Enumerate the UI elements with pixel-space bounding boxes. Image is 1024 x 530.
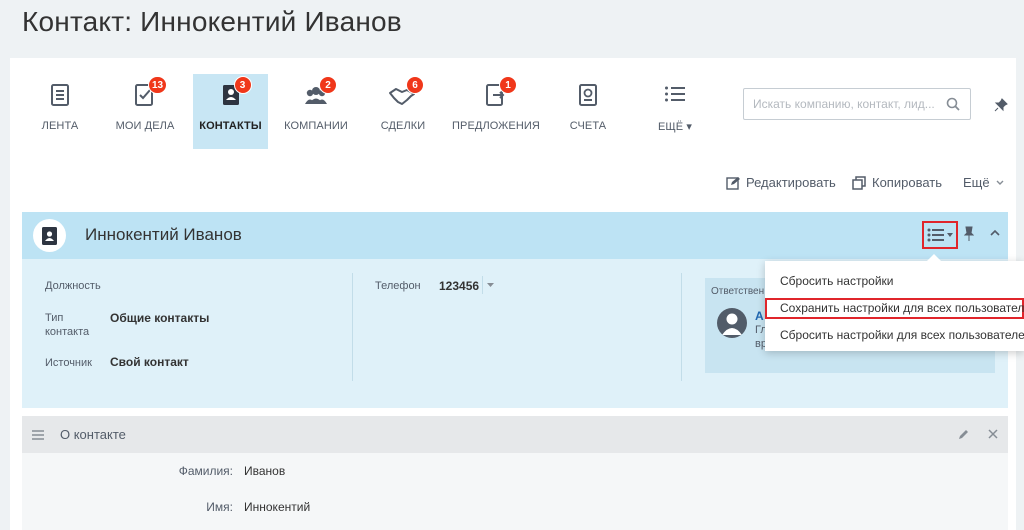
responsible-avatar[interactable]	[717, 308, 747, 338]
settings-popup-menu: Сбросить настройки Сохранить настройки д…	[765, 254, 1024, 351]
responsible-name[interactable]: А	[755, 309, 764, 323]
phone-value[interactable]: 123456	[439, 279, 479, 293]
card-settings-button[interactable]	[922, 221, 958, 249]
chevron-down-icon	[996, 180, 1004, 185]
quotes-badge: 1	[499, 76, 517, 94]
position-label: Должность	[45, 280, 101, 292]
tab-invoices-label: Счета	[569, 120, 607, 132]
action-row: Редактировать Копировать Ещё	[10, 175, 1016, 195]
contact-card-icon	[42, 226, 57, 245]
edit-icon	[726, 176, 740, 190]
contact-avatar	[33, 219, 66, 252]
search-input[interactable]	[744, 89, 934, 119]
tab-more-label: Ещё ▾	[657, 121, 693, 133]
tab-quotes-label: Предложения	[452, 120, 540, 132]
source-value: Свой контакт	[110, 355, 189, 369]
edit-label: Редактировать	[746, 175, 836, 190]
menu-item-reset-for-all[interactable]: Сбросить настройки для всех пользователе…	[765, 325, 1024, 346]
responsible-label: Ответствен	[711, 286, 765, 297]
feed-icon	[51, 84, 69, 106]
search-icon[interactable]	[946, 97, 960, 111]
list-icon	[665, 86, 685, 102]
first-name-value: Иннокентий	[244, 500, 311, 514]
caret-down-icon	[947, 233, 953, 237]
invoice-icon	[579, 84, 597, 106]
tab-companies[interactable]: 2 Компании	[281, 74, 351, 149]
first-name-label: Имя:	[206, 500, 233, 514]
last-name-value: Иванов	[244, 464, 286, 478]
contacts-badge: 3	[233, 76, 252, 94]
edit-button[interactable]: Редактировать	[726, 175, 836, 190]
pin-icon[interactable]	[994, 98, 1008, 112]
deals-badge: 6	[406, 76, 424, 94]
copy-icon	[852, 175, 866, 190]
user-icon	[722, 313, 742, 335]
type-label-line2: контакта	[45, 326, 90, 338]
column-divider	[352, 273, 353, 381]
more-actions-button[interactable]: Ещё	[963, 175, 1004, 190]
chevron-up-icon[interactable]	[988, 226, 1002, 240]
companies-badge: 2	[319, 76, 337, 94]
tab-feed-label: Лента	[41, 120, 79, 132]
about-section-header: О контакте	[22, 416, 1008, 453]
search-box	[743, 88, 971, 120]
pin-section-icon[interactable]	[964, 226, 974, 242]
phone-dropdown-icon[interactable]	[487, 283, 494, 288]
pencil-icon[interactable]	[958, 429, 969, 440]
tab-deals-label: Сделки	[380, 120, 426, 132]
phone-divider	[482, 276, 483, 294]
menu-item-reset-settings[interactable]: Сбросить настройки	[765, 271, 1024, 292]
contact-name: Иннокентий Иванов	[85, 225, 242, 244]
list-settings-icon	[927, 228, 944, 242]
about-section-title: О контакте	[60, 427, 126, 442]
tab-quotes[interactable]: 1 Предложения	[451, 74, 541, 149]
copy-label: Копировать	[872, 175, 942, 190]
last-name-label: Фамилия:	[178, 464, 233, 478]
crm-toolbar: Лента 13 Мои дела 3 Контакты 2 Компании	[10, 58, 1016, 158]
tab-invoices[interactable]: Счета	[558, 74, 618, 149]
tab-feed[interactable]: Лента	[35, 74, 85, 149]
page-title: Контакт: Иннокентий Иванов	[22, 6, 402, 37]
tab-my-tasks[interactable]: 13 Мои дела	[110, 74, 180, 149]
tab-companies-label: Компании	[284, 120, 348, 132]
tab-deals[interactable]: 6 Сделки	[373, 74, 433, 149]
tab-more[interactable]: Ещё ▾	[645, 74, 705, 149]
type-value: Общие контакты	[110, 311, 210, 325]
tab-my-tasks-label: Мои дела	[115, 120, 175, 132]
source-label: Источник	[45, 357, 92, 369]
tasks-badge: 13	[148, 76, 168, 94]
more-actions-label: Ещё	[963, 175, 990, 190]
type-label-line1: Тип	[45, 312, 64, 324]
contact-header: Иннокентий Иванов	[22, 212, 1008, 259]
about-section-body: Фамилия: Иванов Имя: Иннокентий	[22, 453, 1008, 530]
drag-handle-icon[interactable]	[32, 430, 44, 440]
close-icon[interactable]	[988, 429, 998, 439]
copy-button[interactable]: Копировать	[852, 175, 942, 190]
tab-contacts-label: Контакты	[199, 120, 262, 132]
menu-item-save-for-all[interactable]: Сохранить настройки для всех пользовател…	[765, 298, 1024, 319]
column-divider	[681, 273, 682, 381]
phone-label: Телефон	[375, 280, 421, 292]
tab-contacts[interactable]: 3 Контакты	[193, 74, 268, 149]
